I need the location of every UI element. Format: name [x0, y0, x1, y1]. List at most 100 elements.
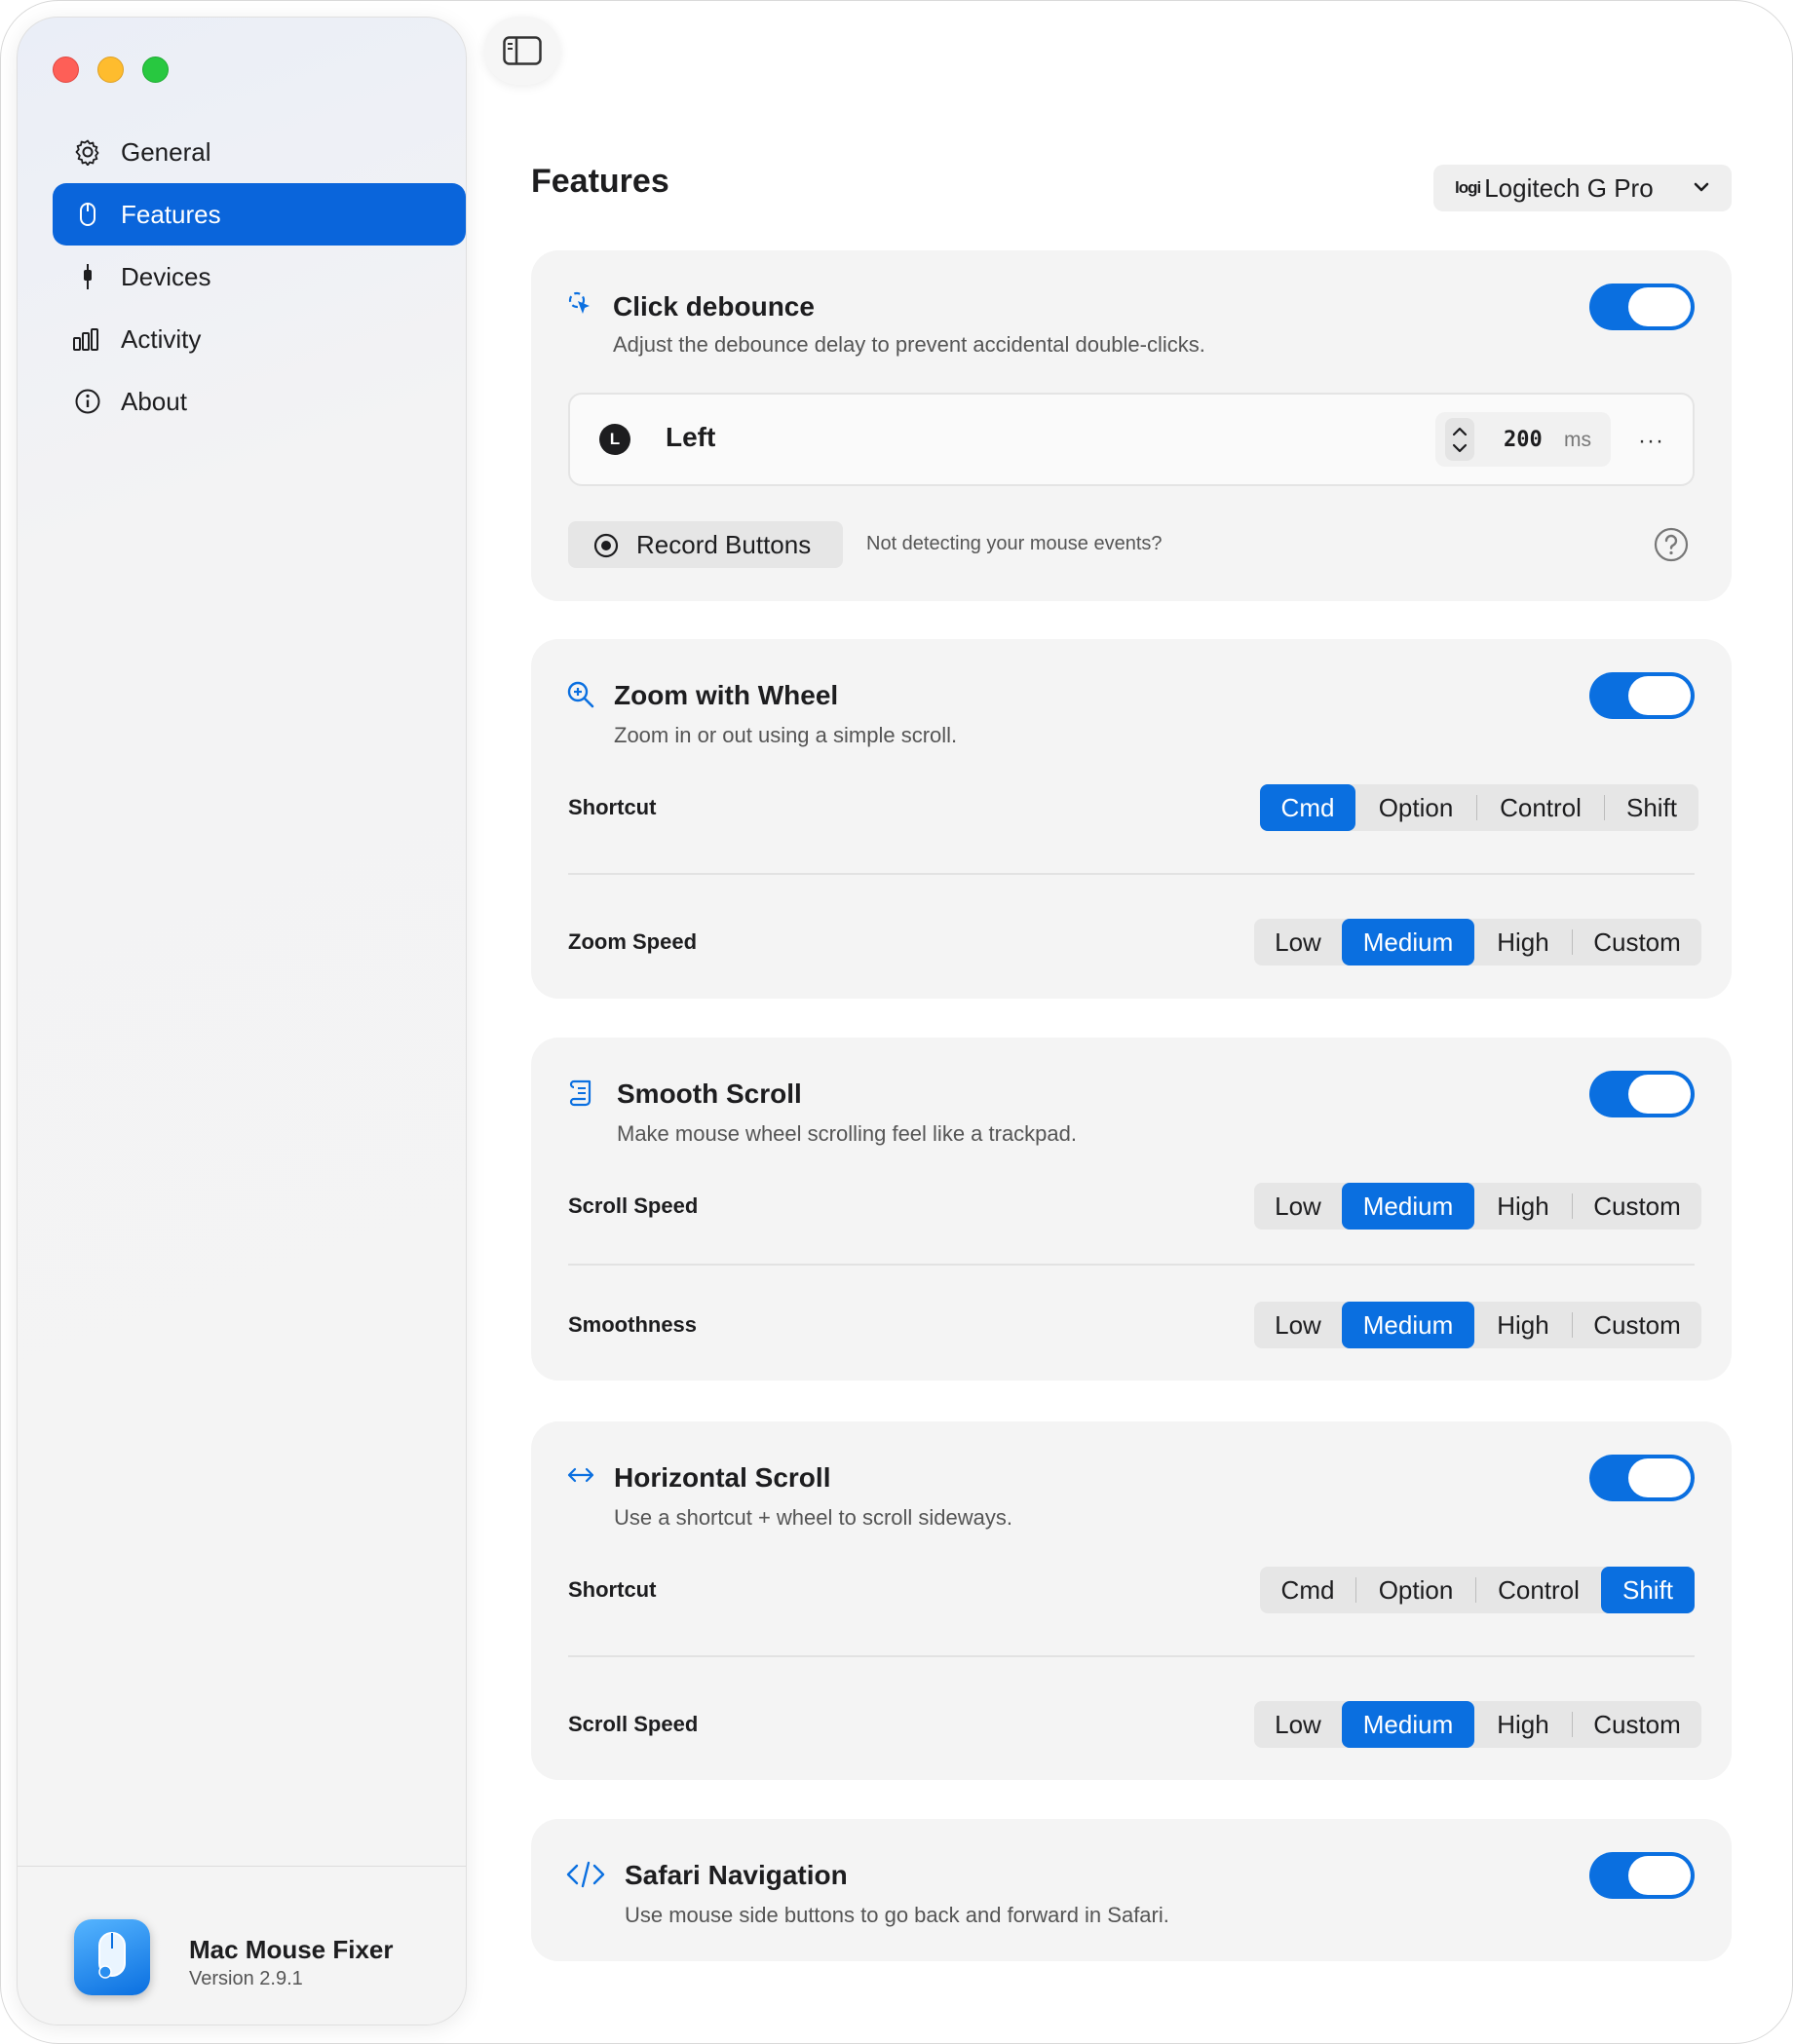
record-icon: [593, 533, 619, 558]
stepper-arrows[interactable]: [1445, 418, 1474, 461]
device-name: Logitech G Pro: [1484, 172, 1654, 203]
logitech-logo: logi: [1455, 178, 1481, 197]
delay-unit: ms: [1564, 429, 1591, 451]
horizontal-scroll-card: Horizontal Scroll Use a shortcut + wheel…: [531, 1421, 1732, 1780]
smooth-scroll-card: Smooth Scroll Make mouse wheel scrolling…: [531, 1038, 1732, 1381]
speed-low[interactable]: Low: [1254, 919, 1342, 965]
speed-high[interactable]: High: [1474, 1701, 1572, 1748]
sidebar-item-about[interactable]: About: [53, 370, 466, 433]
sidebar: General Features Devices Activity About …: [17, 17, 467, 2025]
sidebar-item-label: General: [121, 136, 211, 167]
speed-low[interactable]: Low: [1254, 1183, 1342, 1230]
safari-navigation-toggle[interactable]: [1589, 1852, 1695, 1899]
zoom-button[interactable]: [142, 57, 169, 83]
shortcut-cmd[interactable]: Cmd: [1260, 1567, 1355, 1613]
chart-icon: [73, 328, 98, 351]
safari-navigation-card: Safari Navigation Use mouse side buttons…: [531, 1819, 1732, 1961]
sidebar-item-devices[interactable]: Devices: [53, 246, 466, 308]
delay-stepper[interactable]: 200 ms: [1435, 412, 1611, 467]
shortcut-shift[interactable]: Shift: [1605, 784, 1698, 831]
help-hint: Not detecting your mouse events?: [866, 533, 1163, 554]
card-description: Use a shortcut + wheel to scroll sideway…: [614, 1505, 1013, 1530]
scroll-speed-label: Scroll Speed: [568, 1193, 699, 1218]
shortcut-cmd[interactable]: Cmd: [1260, 784, 1355, 831]
smoothness-label: Smoothness: [568, 1312, 698, 1337]
click-debounce-card: Click debounce Adjust the debounce delay…: [531, 250, 1732, 601]
speed-medium[interactable]: Medium: [1342, 919, 1474, 965]
chevron-up-down-icon: [1452, 427, 1468, 453]
speed-custom[interactable]: Custom: [1573, 1701, 1701, 1748]
horizontal-speed-control: Low Medium High Custom: [1254, 1701, 1701, 1748]
shortcut-label: Shortcut: [568, 795, 657, 819]
delay-value[interactable]: 200: [1504, 428, 1543, 452]
sidebar-item-features[interactable]: Features: [53, 183, 466, 246]
smooth-scroll-toggle[interactable]: [1589, 1071, 1695, 1117]
smoothness-medium[interactable]: Medium: [1342, 1302, 1474, 1348]
device-dropdown[interactable]: logi Logitech G Pro: [1433, 165, 1732, 211]
scroll-speed-control: Low Medium High Custom: [1254, 1183, 1701, 1230]
sidebar-item-label: About: [121, 386, 187, 416]
speed-custom[interactable]: Custom: [1573, 919, 1701, 965]
zoom-shortcut-control: Cmd Option Control Shift: [1260, 784, 1698, 831]
sidebar-item-general[interactable]: General: [53, 121, 466, 183]
sidebar-item-label: Activity: [121, 323, 202, 354]
speed-custom[interactable]: Custom: [1573, 1183, 1701, 1230]
shortcut-control[interactable]: Control: [1476, 1567, 1601, 1613]
gear-icon: [75, 139, 99, 166]
row-divider: [568, 873, 1695, 875]
speed-low[interactable]: Low: [1254, 1701, 1342, 1748]
speed-high[interactable]: High: [1474, 919, 1572, 965]
card-description: Use mouse side buttons to go back and fo…: [625, 1903, 1169, 1927]
sidebar-item-activity[interactable]: Activity: [53, 308, 466, 370]
smoothness-control: Low Medium High Custom: [1254, 1302, 1701, 1348]
sidebar-nav: General Features Devices Activity About: [53, 121, 466, 433]
horizontal-shortcut-control: Cmd Option Control Shift: [1260, 1567, 1695, 1613]
sidebar-divider: [18, 1866, 466, 1867]
screen: General Features Devices Activity About …: [0, 0, 1793, 2044]
horizontal-arrows-icon: [567, 1467, 594, 1483]
smoothness-custom[interactable]: Custom: [1573, 1302, 1701, 1348]
minimize-button[interactable]: [97, 57, 124, 83]
row-divider: [568, 1655, 1695, 1657]
device-icon: [84, 264, 92, 289]
speed-medium[interactable]: Medium: [1342, 1701, 1474, 1748]
button-label: Left: [666, 422, 716, 452]
toggle-sidebar-button[interactable]: [484, 17, 560, 85]
card-description: Adjust the debounce delay to prevent acc…: [613, 332, 1205, 357]
smoothness-low[interactable]: Low: [1254, 1302, 1342, 1348]
card-title: Horizontal Scroll: [614, 1462, 831, 1493]
shortcut-option[interactable]: Option: [1355, 784, 1476, 831]
zoom-toggle[interactable]: [1589, 672, 1695, 719]
chevron-down-icon: [1694, 182, 1709, 192]
horizontal-scroll-toggle[interactable]: [1589, 1455, 1695, 1501]
more-options-button[interactable]: ···: [1638, 428, 1664, 455]
shortcut-shift[interactable]: Shift: [1601, 1567, 1695, 1613]
zoom-card: Zoom with Wheel Zoom in or out using a s…: [531, 639, 1732, 999]
zoom-speed-control: Low Medium High Custom: [1254, 919, 1701, 965]
record-buttons-label: Record Buttons: [636, 529, 812, 559]
sidebar-item-label: Devices: [121, 261, 211, 291]
card-title: Click debounce: [613, 291, 815, 322]
speed-high[interactable]: High: [1474, 1183, 1572, 1230]
code-brackets-icon: [566, 1861, 605, 1888]
smoothness-high[interactable]: High: [1474, 1302, 1572, 1348]
zoom-speed-label: Zoom Speed: [568, 929, 698, 954]
click-icon: [568, 291, 590, 314]
app-version: Version 2.9.1: [189, 1968, 303, 1989]
mouse-icon: [80, 203, 95, 226]
app-name: Mac Mouse Fixer: [189, 1935, 394, 1964]
shortcut-label: Shortcut: [568, 1577, 657, 1602]
app-logo-icon: [74, 1919, 150, 1995]
close-button[interactable]: [53, 57, 79, 83]
click-debounce-toggle[interactable]: [1589, 284, 1695, 330]
card-title: Zoom with Wheel: [614, 680, 839, 710]
card-title: Smooth Scroll: [617, 1079, 802, 1109]
help-icon[interactable]: [1654, 527, 1689, 562]
card-title: Safari Navigation: [625, 1860, 848, 1890]
scroll-icon: [569, 1079, 591, 1107]
speed-medium[interactable]: Medium: [1342, 1183, 1474, 1230]
shortcut-option[interactable]: Option: [1356, 1567, 1475, 1613]
row-divider: [568, 1264, 1695, 1266]
shortcut-control[interactable]: Control: [1477, 784, 1604, 831]
record-buttons-button[interactable]: Record Buttons: [568, 521, 843, 568]
